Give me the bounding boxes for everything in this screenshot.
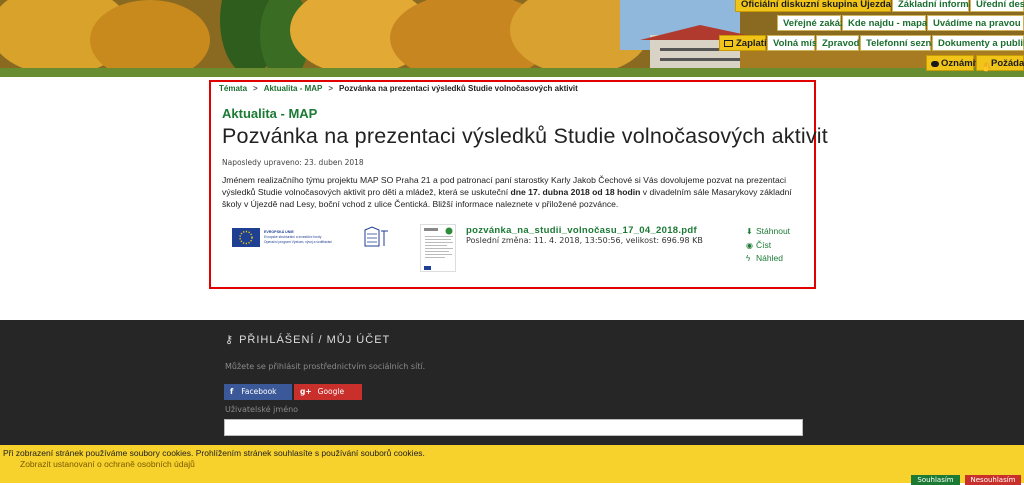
menu-phonebook[interactable]: Telefonní seznam	[860, 35, 945, 51]
menu-report[interactable]: Oznámit	[926, 55, 978, 71]
preview-link[interactable]: ϟ Náhled	[746, 252, 790, 266]
agree-button[interactable]: Souhlasím	[911, 475, 960, 485]
eu-funding-logo: EVROPSKÁ UNIE Evropské strukturální a in…	[232, 226, 388, 247]
menu-pay[interactable]: Zaplatit	[719, 35, 770, 51]
refuse-button[interactable]: Nesouhlasím	[965, 475, 1021, 485]
eu-logo-line-1: EVROPSKÁ UNIE	[264, 229, 294, 234]
attachment-meta: Poslední změna: 11. 4. 2018, 13:50:56, v…	[466, 236, 703, 245]
pdf-thumbnail[interactable]	[420, 224, 456, 272]
download-icon: ⬇	[746, 227, 753, 236]
read-label: Číst	[756, 239, 772, 250]
menu-documents[interactable]: Dokumenty a publikace	[932, 35, 1024, 51]
menu-basic-info[interactable]: Základní informace	[892, 0, 985, 12]
menu-report-label: Oznámit	[941, 58, 979, 69]
google-label: Google	[317, 387, 345, 396]
preview-label: Náhled	[756, 253, 783, 263]
menu-official-board[interactable]: Úřední deska	[970, 0, 1024, 12]
menu-newsletter[interactable]: Zpravodaj	[816, 35, 867, 51]
card-icon	[724, 40, 733, 47]
menu-discussion-group[interactable]: Oficiální diskuzní skupina Újezda nad Le…	[735, 0, 935, 12]
hand-icon: ✋	[981, 62, 993, 72]
download-label: Stáhnout	[756, 226, 791, 236]
login-heading: ⚷ PŘIHLÁŠENÍ / MŮJ ÚČET	[225, 333, 390, 346]
eu-logo-line-3: Operační program Výzkum, vývoj a vzděláv…	[264, 240, 332, 244]
body-text-date: dne 17. dubna 2018 od 18 hodin	[510, 187, 641, 197]
menu-request[interactable]: ✋ Požádat	[976, 55, 1024, 72]
article-category[interactable]: Aktualita - MAP	[222, 106, 317, 121]
facebook-login-button[interactable]: f Facebook	[224, 384, 292, 400]
google-plus-icon: g+	[300, 387, 312, 396]
speech-bubble-icon	[931, 61, 939, 67]
username-input[interactable]	[224, 419, 803, 436]
attachment-actions: ⬇ Stáhnout ◉ Číst ϟ Náhled	[746, 225, 790, 266]
bolt-icon: ϟ	[746, 254, 751, 263]
login-title: PŘIHLÁŠENÍ / MŮJ ÚČET	[239, 334, 391, 346]
key-icon: ⚷	[225, 334, 235, 346]
facebook-label: Facebook	[241, 387, 277, 396]
login-subtitle: Můžete se přihlásit prostřednictvím soci…	[225, 362, 426, 371]
attachment-link[interactable]: pozvánka_na_studii_volnočasu_17_04_2018.…	[466, 225, 697, 236]
last-updated: Naposledy upraveno: 23. duben 2018	[222, 158, 364, 167]
read-link[interactable]: ◉ Číst	[746, 239, 790, 253]
page-title: Pozvánka na prezentaci výsledků Studie v…	[222, 124, 828, 148]
menu-pay-label: Zaplatit	[736, 38, 770, 49]
menu-request-label: Požádat	[991, 58, 1024, 69]
cookie-text: Při zobrazení stránek používáme soubory …	[3, 448, 425, 458]
article-body: Jménem realizačního týmu projektu MAP SO…	[222, 174, 802, 210]
facebook-icon: f	[230, 387, 234, 396]
eye-icon: ◉	[746, 240, 753, 250]
menu-jobs[interactable]: Volná místa	[767, 35, 826, 51]
download-link[interactable]: ⬇ Stáhnout	[746, 225, 790, 239]
menu-fact-check[interactable]: Uvádíme na pravou míru	[927, 15, 1024, 31]
eu-logo-line-2: Evropské strukturální a investiční fondy	[264, 235, 322, 239]
privacy-link[interactable]: Zobrazit ustanovaní o ochraně osobních ú…	[20, 459, 195, 469]
username-label: Uživatelské jméno	[225, 405, 299, 414]
google-login-button[interactable]: g+ Google	[294, 384, 362, 400]
menu-public-contracts[interactable]: Veřejné zakázky	[777, 15, 855, 31]
menu-map[interactable]: Kde najdu - mapa MČ	[842, 15, 945, 31]
